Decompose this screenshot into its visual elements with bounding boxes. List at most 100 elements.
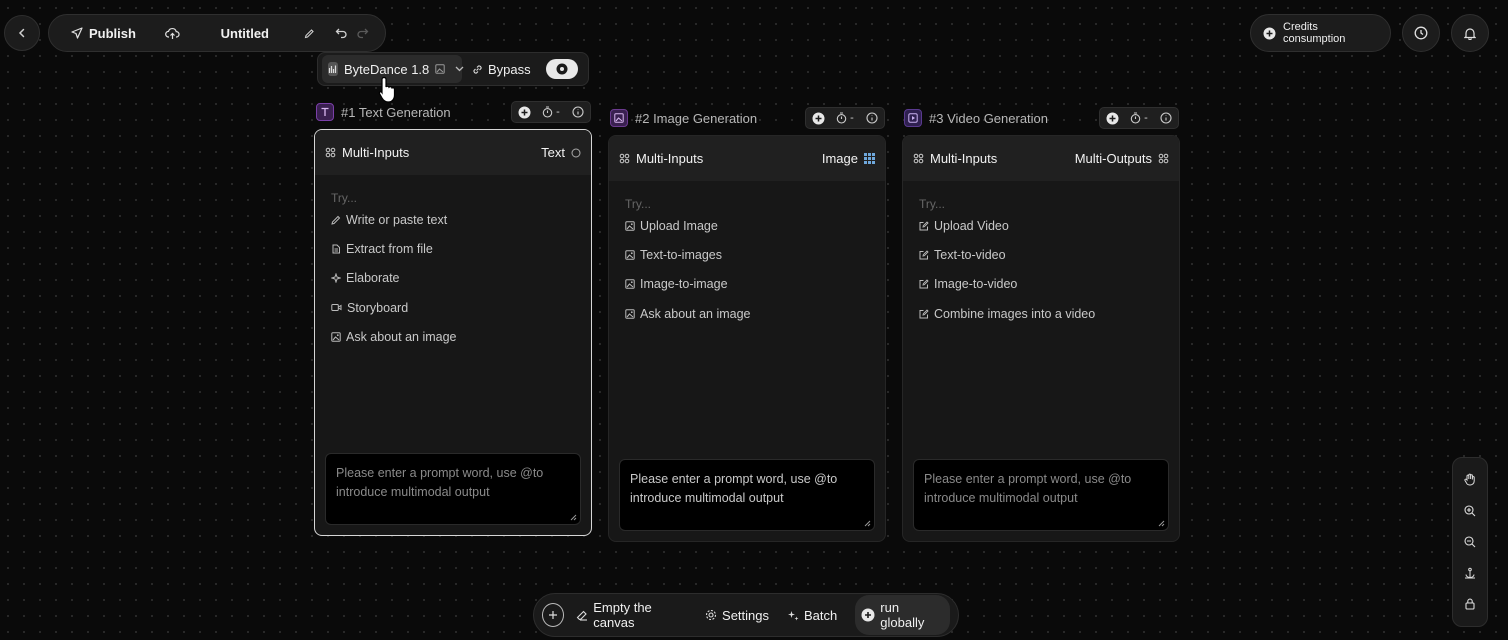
file-icon: [331, 244, 341, 254]
redo-button[interactable]: [354, 22, 371, 44]
option-upload-video[interactable]: Upload Video: [919, 211, 1179, 240]
option-label: Ask about an image: [640, 306, 751, 321]
history-button[interactable]: [1402, 14, 1440, 52]
run-globally-button[interactable]: run globally: [855, 595, 950, 635]
node-2-try-label: Try...: [625, 197, 651, 211]
pencil-icon: [304, 28, 315, 39]
add-node-button[interactable]: [542, 603, 565, 627]
settings-button[interactable]: Settings: [705, 608, 769, 623]
image-grid-icon[interactable]: [864, 153, 875, 164]
option-text-to-video[interactable]: Text-to-video: [919, 240, 1179, 269]
zoom-in-icon: [1464, 505, 1476, 517]
rename-button[interactable]: [301, 22, 318, 44]
node-1-controls: -: [511, 101, 591, 123]
node-1-prompt-input[interactable]: Please enter a prompt word, use @to intr…: [325, 453, 581, 525]
bypass-toggle[interactable]: [546, 59, 578, 79]
fit-view-button[interactable]: [1459, 562, 1481, 584]
option-label: Upload Image: [640, 218, 718, 233]
option-image-to-image[interactable]: Image-to-image: [625, 270, 885, 299]
undo-icon: [335, 27, 348, 39]
option-label: Upload Video: [934, 218, 1009, 233]
notifications-button[interactable]: [1451, 14, 1489, 52]
node-1-prompt-placeholder: Please enter a prompt word, use @to intr…: [336, 466, 544, 499]
sparkle-icon: [787, 609, 799, 621]
sparkle-icon: [331, 273, 341, 284]
image-icon: [625, 308, 635, 319]
node-2-timer-button[interactable]: -: [831, 110, 859, 126]
option-label: Extract from file: [346, 241, 433, 256]
multi-inputs-icon: [619, 153, 630, 164]
node-1-try-label: Try...: [331, 191, 357, 205]
anchor-icon: [1465, 567, 1475, 579]
image-icon: [625, 220, 635, 231]
option-label: Image-to-video: [934, 277, 1018, 292]
document-title[interactable]: Untitled: [221, 26, 269, 41]
option-combine-images[interactable]: Combine images into a video: [919, 299, 1179, 328]
top-toolbar: Publish Untitled: [48, 14, 386, 52]
publish-button[interactable]: Publish: [71, 26, 136, 41]
output-port-icon[interactable]: [571, 148, 581, 158]
node-1-timer-button[interactable]: -: [537, 104, 565, 120]
credits-consumption-button[interactable]: Credits consumption: [1250, 14, 1391, 52]
back-button[interactable]: [4, 15, 40, 51]
image-type-icon: [610, 109, 628, 127]
multi-inputs-icon: [913, 153, 924, 164]
node-2-prompt-input[interactable]: Please enter a prompt word, use @to intr…: [619, 459, 875, 531]
node-1-card[interactable]: Multi-Inputs Text Try... Write or paste …: [314, 129, 592, 536]
option-write-text[interactable]: Write or paste text: [331, 205, 591, 234]
node-2-card[interactable]: Multi-Inputs Image Try... Upload Image T…: [608, 135, 886, 542]
option-label: Ask about an image: [346, 329, 457, 344]
option-upload-image[interactable]: Upload Image: [625, 211, 885, 240]
node-1-info-button[interactable]: [570, 104, 586, 120]
option-extract-file[interactable]: Extract from file: [331, 234, 591, 263]
node-1-run-button[interactable]: [516, 104, 532, 120]
lock-button[interactable]: [1459, 593, 1481, 615]
multi-outputs-icon[interactable]: [1158, 153, 1169, 164]
option-label: Combine images into a video: [934, 306, 1096, 321]
chevron-left-icon: [16, 27, 28, 39]
timer-icon: [836, 112, 847, 124]
zoom-in-button[interactable]: [1459, 500, 1481, 522]
resize-handle-icon[interactable]: [1157, 519, 1165, 527]
option-elaborate[interactable]: Elaborate: [331, 264, 591, 293]
node-3-input-label: Multi-Inputs: [930, 151, 998, 166]
resize-handle-icon[interactable]: [569, 513, 577, 521]
node-2-controls: -: [805, 107, 885, 129]
send-icon: [71, 27, 83, 39]
node-3-title-label: #3 Video Generation: [929, 110, 1049, 126]
node-2-output-label: Image: [821, 151, 858, 166]
option-storyboard[interactable]: Storyboard: [331, 293, 591, 322]
option-text-to-images[interactable]: Text-to-images: [625, 240, 885, 269]
bypass-button[interactable]: Bypass: [472, 62, 531, 77]
undo-button[interactable]: [334, 22, 351, 44]
gear-icon: [705, 609, 717, 621]
node-3-run-button[interactable]: [1104, 110, 1120, 126]
hand-pointer-cursor-icon: [378, 76, 398, 104]
option-ask-image[interactable]: Ask about an image: [331, 322, 591, 351]
eraser-icon: [576, 609, 588, 621]
empty-canvas-button[interactable]: Empty the canvas: [576, 600, 687, 630]
image-icon: [625, 279, 635, 289]
node-1-input-label: Multi-Inputs: [342, 145, 410, 160]
node-3-prompt-input[interactable]: Please enter a prompt word, use @to intr…: [913, 459, 1169, 531]
resize-handle-icon[interactable]: [863, 519, 871, 527]
batch-button[interactable]: Batch: [787, 608, 837, 623]
info-icon: [572, 106, 584, 118]
option-label: Elaborate: [346, 271, 400, 286]
option-image-to-video[interactable]: Image-to-video: [919, 270, 1179, 299]
option-ask-image[interactable]: Ask about an image: [625, 299, 885, 328]
node-3-timer-button[interactable]: -: [1125, 110, 1153, 126]
node-2-run-button[interactable]: [810, 110, 826, 126]
clock-icon: [1414, 26, 1428, 40]
timer-icon: [542, 106, 553, 118]
zoom-out-button[interactable]: [1459, 531, 1481, 553]
node-3-card[interactable]: Multi-Inputs Multi-Outputs Try... Upload…: [902, 135, 1180, 542]
cloud-upload-button[interactable]: [164, 22, 181, 44]
pan-hand-button[interactable]: [1459, 469, 1481, 491]
video-camera-icon: [331, 303, 342, 312]
node-2-info-button[interactable]: [864, 110, 880, 126]
run-globally-label: run globally: [880, 600, 925, 630]
node-1-timer-value: -: [556, 106, 560, 118]
node-2-title-label: #2 Image Generation: [635, 110, 758, 126]
node-3-info-button[interactable]: [1158, 110, 1174, 126]
